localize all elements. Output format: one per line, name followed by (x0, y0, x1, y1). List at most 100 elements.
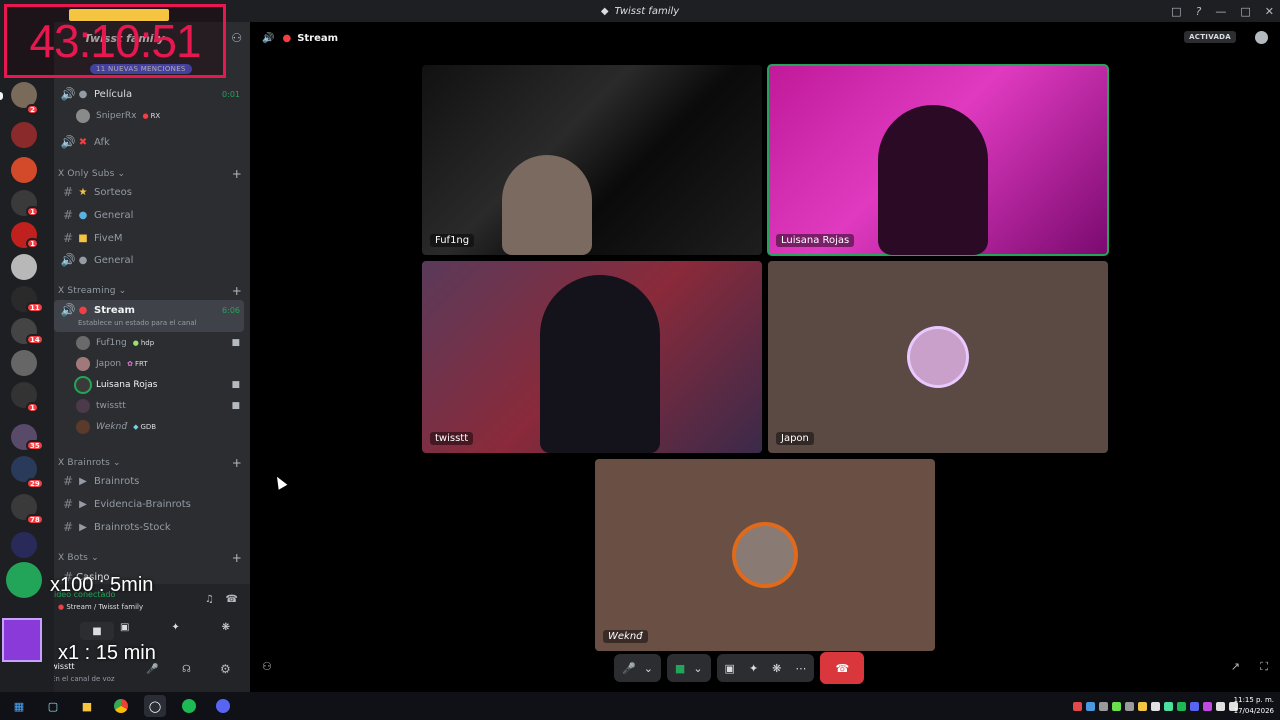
tray-icon[interactable] (1177, 701, 1186, 711)
text-channel-evidencia[interactable]: # ▶ Evidencia-Brainrots (54, 494, 250, 514)
voice-stage: 🔊 ● Stream ACTIVADA Fuf1ng Luisana Rojas… (250, 22, 1280, 692)
voice-user-twisstt[interactable]: twisstt ■ (76, 396, 246, 416)
voice-channel-afk[interactable]: 🔊 ✖ Afk (54, 132, 250, 152)
clock-time: 11:15 p. m. (1233, 696, 1274, 704)
tray-icon[interactable] (1125, 701, 1134, 711)
text-channel-stock[interactable]: # ▶ Brainrots-Stock (54, 517, 250, 537)
soundboard-icon[interactable]: ❋ (772, 662, 781, 675)
tray-icon[interactable] (1112, 701, 1121, 711)
more-options-icon[interactable]: ⋯ (795, 662, 806, 675)
voice-channel-info[interactable]: ● Stream / Twisst family (58, 603, 143, 611)
activity-badge[interactable]: ACTIVADA (1184, 31, 1236, 43)
channel-label: General (94, 254, 134, 266)
fullscreen-icon[interactable]: ⛶ (1260, 660, 1268, 674)
disconnect-icon[interactable]: ☎ (226, 594, 238, 605)
tray-icon[interactable] (1164, 701, 1173, 711)
category-bots[interactable]: X Bots ⌄ + (58, 550, 246, 566)
spotify-icon[interactable] (178, 695, 200, 717)
camera-icon: ■ (231, 401, 240, 411)
noise-suppression-icon[interactable]: ♫ (205, 594, 214, 605)
camera-icon: ■ (231, 338, 240, 348)
category-brainrots[interactable]: X Brainrots ⌄ + (58, 455, 246, 471)
video-tile-wekend[interactable]: Weknđ (595, 459, 935, 651)
voice-user-japon[interactable]: Japon ✿ FRT (76, 354, 246, 374)
chevron-down-icon[interactable]: ⌄ (644, 662, 653, 675)
settings-gear-icon[interactable]: ⚙ (220, 662, 231, 676)
activities-icon[interactable]: ✦ (171, 622, 179, 633)
text-channel-general[interactable]: # ● General (54, 205, 250, 225)
camera-button[interactable]: ■ ⌄ (666, 654, 711, 682)
taskbar-clock[interactable]: 11:15 p. m. 17/04/2026 (1234, 695, 1274, 717)
tray-icon[interactable] (1151, 701, 1160, 711)
voice-user-sniper[interactable]: SniperRx ● RX (76, 106, 246, 126)
text-channel-brainrots[interactable]: # ▶ Brainrots (54, 471, 250, 491)
headphones-icon[interactable]: ☊ (182, 664, 191, 675)
screen-share-icon[interactable]: ▣ (120, 622, 129, 633)
category-only-subs[interactable]: X Only Subs ⌄ + (58, 166, 246, 182)
chrome-icon[interactable] (110, 695, 132, 717)
add-channel-icon[interactable]: + (232, 167, 242, 181)
video-tile-japon[interactable]: Japon (768, 261, 1108, 453)
tray-icon[interactable] (1073, 701, 1082, 711)
tray-icon[interactable] (1203, 701, 1212, 711)
screen-share-icon[interactable]: ▣ (725, 662, 735, 675)
voice-user-wekend[interactable]: Weknđ ◆ GDB (76, 417, 246, 437)
tray-icon[interactable] (1138, 701, 1147, 711)
voice-user-luisana[interactable]: Luisana Rojas ■ (76, 375, 246, 395)
tray-icon[interactable] (1216, 701, 1225, 711)
voice-channel-stream[interactable]: 🔊 ● Stream 6:06 Establece un estado para el… (54, 300, 244, 332)
participant-name: Weknđ (603, 630, 648, 643)
category-streaming[interactable]: X Streaming ⌄ + (58, 283, 246, 299)
inbox-icon[interactable]: □ (1171, 5, 1181, 18)
voice-user-fuf1ng[interactable]: Fuf1ng ● hdp ■ (76, 333, 246, 353)
channel-label: Brainrots-Stock (94, 521, 171, 533)
video-tile-luisana[interactable]: Luisana Rojas (767, 64, 1109, 256)
discord-taskbar-icon[interactable] (212, 695, 234, 717)
close-button[interactable]: ✕ (1265, 5, 1274, 18)
channel-label: Afk (94, 136, 110, 148)
soundboard-icon[interactable]: ❋ (222, 622, 230, 633)
obs-icon[interactable]: ◯ (144, 695, 166, 717)
microphone-icon[interactable]: 🎤 (146, 664, 158, 675)
party-icon: ★ (78, 186, 88, 198)
speaker-icon: 🔊 (60, 253, 76, 267)
server-icon[interactable] (11, 157, 37, 183)
user-tag: ✿ FRT (127, 360, 148, 368)
activities-icon[interactable]: ✦ (749, 662, 758, 675)
chat-icon[interactable] (1255, 31, 1268, 44)
notification-badge: 1 (26, 206, 39, 217)
popout-icon[interactable]: ↗ (1231, 660, 1240, 673)
text-channel-fivem[interactable]: # ■ FiveM (54, 228, 250, 248)
minimize-button[interactable]: — (1215, 5, 1226, 18)
file-explorer-icon[interactable]: ■ (76, 695, 98, 717)
disconnect-button[interactable]: ☎ (820, 652, 865, 684)
server-icon[interactable] (11, 254, 37, 280)
add-member-icon[interactable]: ⚇ (231, 31, 242, 45)
text-channel-sorteos[interactable]: # ★ Sorteos (54, 182, 250, 202)
maximize-button[interactable]: □ (1240, 5, 1250, 18)
server-icon[interactable] (11, 532, 37, 558)
channel-status[interactable]: Establece un estado para el canal (78, 319, 197, 327)
category-label: Only Subs (67, 169, 115, 179)
chevron-down-icon[interactable]: ⌄ (693, 662, 702, 675)
participant-name: Fuf1ng (430, 234, 475, 247)
server-icon[interactable] (11, 350, 37, 376)
add-channel-icon[interactable]: + (232, 551, 242, 565)
video-tile-fuf1ng[interactable]: Fuf1ng (422, 65, 762, 255)
video-tile-twisstt[interactable]: twisstt (422, 261, 762, 453)
voice-channel-pelicula[interactable]: 🔊 ● Película 0:01 (54, 84, 250, 104)
chevron-down-icon: ⌄ (118, 286, 127, 296)
voice-channel-general[interactable]: 🔊 ● General (54, 250, 250, 270)
add-channel-icon[interactable]: + (232, 284, 242, 298)
invite-icon[interactable]: ⚇ (262, 660, 272, 673)
avatar (76, 399, 90, 413)
windows-start-icon[interactable]: ▦ (8, 695, 30, 717)
help-icon[interactable]: ? (1196, 5, 1202, 18)
tray-icon[interactable] (1099, 701, 1108, 711)
microphone-button[interactable]: 🎤 ⌄ (614, 654, 661, 682)
add-channel-icon[interactable]: + (232, 456, 242, 470)
tray-icon[interactable] (1190, 701, 1199, 711)
server-icon[interactable] (11, 122, 37, 148)
terminal-icon[interactable]: ▢ (42, 695, 64, 717)
tray-icon[interactable] (1086, 701, 1095, 711)
